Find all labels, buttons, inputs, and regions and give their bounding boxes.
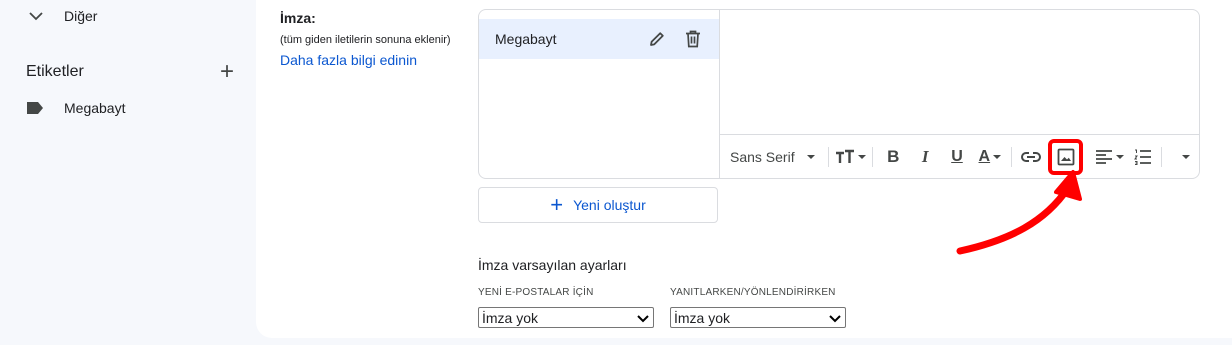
chevron-down-icon [829, 315, 841, 323]
new-emails-value: İmza yok [482, 309, 539, 326]
text-color-button[interactable]: A [973, 143, 1007, 171]
chevron-down-icon [1115, 154, 1124, 159]
chevron-down-icon [29, 12, 43, 21]
italic-button[interactable]: I [909, 143, 941, 171]
sidebar-item-label-megabayt[interactable]: Megabayt [26, 100, 125, 116]
signature-name: Megabayt [495, 31, 557, 47]
sidebar: Diğer Etiketler + Megabayt [0, 0, 256, 345]
font-size-button[interactable] [833, 143, 869, 171]
text-color-icon: A [978, 147, 991, 165]
sidebar-item-label: Diğer [64, 8, 98, 24]
more-formatting-button[interactable] [1172, 143, 1199, 171]
font-family-select[interactable]: Sans Serif [730, 143, 824, 171]
chevron-down-icon [1182, 154, 1191, 159]
new-emails-select[interactable]: İmza yok [478, 307, 654, 328]
bold-button[interactable]: B [877, 143, 909, 171]
signature-list: Megabayt [479, 10, 720, 178]
toolbar-divider [827, 146, 829, 167]
insert-link-button[interactable] [1016, 143, 1046, 171]
labels-header: Etiketler + [26, 60, 234, 84]
edit-icon[interactable] [647, 29, 667, 49]
toolbar-divider [1010, 146, 1012, 167]
create-new-button[interactable]: + Yeni oluştur [478, 187, 718, 223]
add-label-icon[interactable]: + [220, 60, 234, 84]
label-icon [27, 102, 43, 114]
signature-title: İmza: [280, 10, 316, 26]
replies-label: YANITLARKEN/YÖNLENDİRİRKEN [670, 287, 836, 298]
label-name: Megabayt [64, 100, 126, 116]
align-left-icon [1095, 149, 1112, 164]
learn-more-link[interactable]: Daha fazla bilgi edinin [280, 52, 417, 68]
toolbar-divider [1161, 146, 1163, 167]
align-button[interactable] [1089, 143, 1129, 171]
labels-heading: Etiketler [26, 63, 84, 80]
link-icon [1020, 151, 1041, 162]
new-emails-label: YENİ E-POSTALAR İÇİN [478, 287, 594, 298]
sidebar-item-more[interactable]: Diğer [28, 8, 97, 24]
image-icon [1057, 148, 1074, 165]
font-family-label: Sans Serif [730, 148, 795, 165]
insert-image-button[interactable] [1047, 138, 1084, 175]
text-size-icon [835, 149, 854, 163]
underline-button[interactable]: U [941, 143, 973, 171]
signature-defaults-title: İmza varsayılan ayarları [478, 257, 627, 273]
plus-icon: + [550, 192, 564, 217]
numbered-list-button[interactable] [1129, 143, 1157, 171]
chevron-down-icon [637, 315, 649, 323]
delete-icon[interactable] [683, 29, 703, 49]
signature-box: Megabayt Sans Serif B I U A [478, 9, 1200, 179]
numbered-list-icon [1134, 149, 1152, 165]
chevron-down-icon [993, 154, 1002, 159]
formatting-toolbar: Sans Serif B I U A [720, 134, 1199, 178]
create-new-label: Yeni oluştur [573, 197, 646, 213]
signature-list-item[interactable]: Megabayt [479, 19, 719, 59]
replies-select[interactable]: İmza yok [670, 307, 846, 328]
signature-subtitle: (tüm giden iletilerin sonuna eklenir) [280, 34, 451, 46]
settings-panel: İmza: (tüm giden iletilerin sonuna eklen… [256, 0, 1232, 338]
signature-editor[interactable] [720, 10, 1199, 133]
chevron-down-icon [857, 154, 866, 159]
toolbar-divider [872, 146, 874, 167]
replies-value: İmza yok [674, 309, 731, 326]
chevron-down-icon [806, 154, 815, 159]
